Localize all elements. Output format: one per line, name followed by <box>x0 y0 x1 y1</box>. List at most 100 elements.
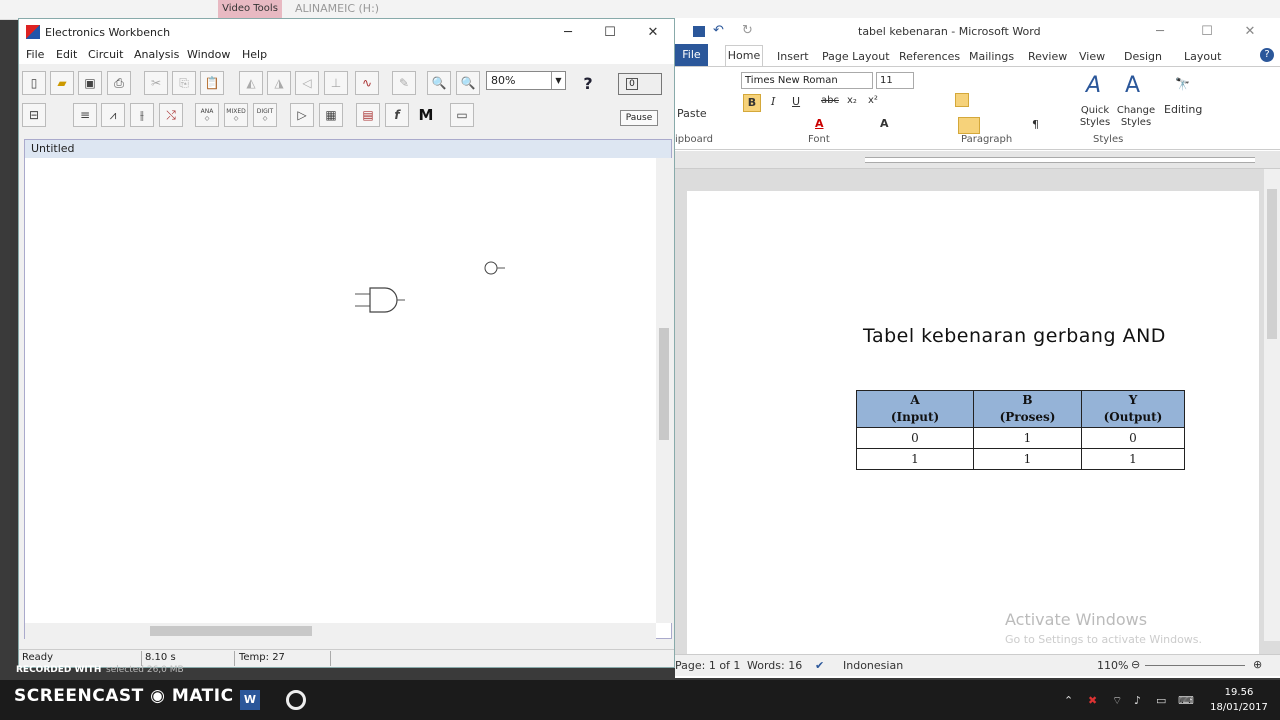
tab-home[interactable]: Home <box>725 45 763 67</box>
tab-review[interactable]: Review <box>1028 50 1067 63</box>
editing-button[interactable]: Editing <box>1164 103 1202 116</box>
cut-icon[interactable]: ✂ <box>144 71 168 95</box>
change-styles-button[interactable]: Change Styles <box>1115 105 1157 129</box>
horizontal-scrollbar[interactable] <box>25 623 656 639</box>
superscript-button[interactable]: x² <box>868 95 878 106</box>
menu-analysis[interactable]: Analysis <box>134 48 179 61</box>
maximize-button[interactable]: ☐ <box>595 23 625 43</box>
word-taskbar-icon[interactable]: W <box>240 690 260 710</box>
grow-font-button[interactable]: A <box>880 117 889 130</box>
miscellaneous-bin-icon[interactable]: M <box>414 103 438 127</box>
quick-styles-icon[interactable]: A <box>1086 73 1101 98</box>
font-size-select[interactable]: 11 <box>876 72 914 89</box>
vertical-scroll-thumb[interactable] <box>659 328 669 440</box>
help-icon[interactable]: ? <box>576 71 600 95</box>
app-taskbar-icon[interactable] <box>286 690 306 710</box>
indicators-bin-icon[interactable]: ▤ <box>356 103 380 127</box>
horizontal-scroll-thumb[interactable] <box>150 626 312 636</box>
open-folder-icon[interactable]: ▰ <box>50 71 74 95</box>
save-icon[interactable]: ▣ <box>78 71 102 95</box>
digital-ics-bin-icon[interactable]: DIGIT ◇ <box>253 103 277 127</box>
minimize-button[interactable]: ─ <box>553 23 583 43</box>
sources-bin-icon[interactable]: ≡ <box>73 103 97 127</box>
align-center-icon[interactable] <box>955 93 969 107</box>
tab-insert[interactable]: Insert <box>777 50 809 63</box>
tab-file[interactable]: File <box>675 44 708 66</box>
proofing-icon[interactable]: ✔ <box>815 659 824 672</box>
change-styles-icon[interactable]: A <box>1125 73 1140 98</box>
page-count[interactable]: Page: 1 of 1 <box>675 659 740 672</box>
close-button[interactable]: ✕ <box>638 23 668 43</box>
print-icon[interactable]: ⎙ <box>107 71 131 95</box>
tray-app-icon[interactable]: ✖ <box>1088 694 1097 707</box>
instruments-bin-icon[interactable]: ▭ <box>450 103 474 127</box>
zoom-in-icon[interactable]: ⊕ <box>1253 658 1262 671</box>
menu-file[interactable]: File <box>26 48 44 61</box>
help-icon[interactable]: ? <box>1260 48 1274 62</box>
find-icon[interactable]: 🔭 <box>1175 77 1190 91</box>
restore-button[interactable]: ☐ <box>1192 22 1222 42</box>
diodes-bin-icon[interactable]: ⫲ <box>130 103 154 127</box>
analog-ics-bin-icon[interactable]: ANA ◇ <box>195 103 219 127</box>
tab-layout[interactable]: Layout <box>1184 50 1221 63</box>
menu-circuit[interactable]: Circuit <box>88 48 123 61</box>
bold-button[interactable]: B <box>743 94 761 112</box>
circuit-canvas[interactable] <box>25 158 655 623</box>
tab-view[interactable]: View <box>1079 50 1105 63</box>
vertical-scrollbar[interactable] <box>656 158 672 623</box>
paste-icon[interactable]: 📋 <box>200 71 224 95</box>
underline-button[interactable]: U <box>792 95 800 108</box>
borders-icon[interactable] <box>958 117 980 134</box>
strikethrough-button[interactable]: abc <box>821 95 839 106</box>
flip-horizontal-icon[interactable]: ◁ <box>295 71 319 95</box>
paste-button[interactable]: Paste <box>677 107 707 120</box>
zoom-out-icon[interactable]: ⊖ <box>1131 658 1140 671</box>
tab-mailings[interactable]: Mailings <box>969 50 1014 63</box>
clock[interactable]: 19.56 18/01/2017 <box>1207 685 1271 715</box>
font-name-select[interactable]: Times New Roman <box>741 72 873 89</box>
quick-styles-button[interactable]: Quick Styles <box>1075 105 1115 129</box>
save-icon[interactable] <box>693 26 705 37</box>
graph-icon[interactable]: ∿ <box>355 71 379 95</box>
pause-button[interactable]: Pause <box>620 110 658 126</box>
vertical-scrollbar[interactable] <box>1264 169 1280 641</box>
menu-help[interactable]: Help <box>242 48 267 61</box>
keyboard-icon[interactable]: ⌨ <box>1178 694 1194 707</box>
transistors-bin-icon[interactable]: ⤭ <box>159 103 183 127</box>
and-gate-icon[interactable] <box>355 287 405 313</box>
close-button[interactable]: ✕ <box>1235 22 1265 42</box>
copy-icon[interactable]: ⎘ <box>172 71 196 95</box>
digital-bin-icon[interactable]: ▦ <box>319 103 343 127</box>
controls-bin-icon[interactable]: f <box>385 103 409 127</box>
tab-design[interactable]: Design <box>1124 50 1162 63</box>
tray-chevron-icon[interactable]: ⌃ <box>1064 694 1073 707</box>
zoom-slider[interactable] <box>1145 665 1245 666</box>
subscript-button[interactable]: x₂ <box>847 95 857 106</box>
logic-gates-bin-icon[interactable]: ▷ <box>290 103 314 127</box>
zoom-in-icon[interactable]: 🔍 <box>456 71 480 95</box>
tab-references[interactable]: References <box>899 50 960 63</box>
power-switch[interactable]: 0 <box>618 73 662 95</box>
tab-page-layout[interactable]: Page Layout <box>822 50 890 63</box>
zoom-select[interactable]: 80% ▼ <box>486 71 566 90</box>
parts-bin-icon[interactable]: ⊟ <box>22 103 46 127</box>
basic-bin-icon[interactable]: ⩘ <box>101 103 125 127</box>
flip-vertical-icon[interactable]: ◮ <box>267 71 291 95</box>
network-icon[interactable]: ⌔ <box>1112 694 1122 708</box>
new-file-icon[interactable]: ▯ <box>22 71 46 95</box>
component-properties-icon[interactable]: ✎ <box>392 71 416 95</box>
volume-icon[interactable]: ♪ <box>1134 694 1141 707</box>
undo-icon[interactable]: ↶ <box>713 23 724 38</box>
mixed-ics-bin-icon[interactable]: MIXED ◇ <box>224 103 248 127</box>
document-page[interactable]: Tabel kebenaran gerbang AND A (Input) B (P… <box>687 191 1259 661</box>
zoom-level[interactable]: 110% <box>1097 659 1128 672</box>
font-color-button[interactable]: A <box>815 117 824 130</box>
redo-icon[interactable]: ↻ <box>742 23 753 38</box>
italic-button[interactable]: I <box>771 95 775 108</box>
zoom-out-icon[interactable]: 🔍 <box>427 71 451 95</box>
menu-window[interactable]: Window <box>187 48 230 61</box>
notification-icon[interactable]: ▭ <box>1156 694 1166 707</box>
menu-edit[interactable]: Edit <box>56 48 77 61</box>
video-tools-tab[interactable]: Video Tools <box>218 0 282 18</box>
word-count[interactable]: Words: 16 <box>747 659 802 672</box>
